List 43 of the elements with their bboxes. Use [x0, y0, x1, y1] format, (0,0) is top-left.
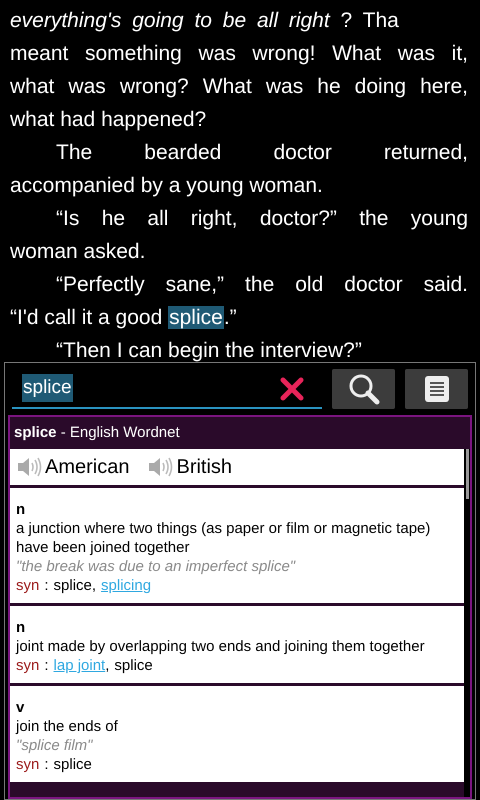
list-button[interactable] — [405, 369, 468, 409]
list-icon — [424, 375, 450, 403]
syn-label: syn — [16, 576, 40, 595]
text-line: “I'd call it a good splice.” — [10, 305, 238, 331]
separator-text: : — [44, 656, 49, 675]
text-line: woman asked. — [10, 239, 146, 265]
part-of-speech: n — [16, 618, 26, 637]
text-line: what was wrong? What was he doing here, — [10, 74, 468, 100]
search-button[interactable] — [332, 369, 395, 409]
separator-text: , — [92, 576, 96, 595]
text-line: “Perfectly sane,” the old doctor said. — [55, 272, 468, 298]
definition-text: joint made by overlapping two ends and joining them together — [16, 637, 426, 656]
scrollbar[interactable] — [466, 449, 469, 499]
text-line: “Then I can begin the interview?” — [55, 338, 363, 364]
definition-text: a junction where two things (as paper or film or magnetic tape) have been joined together — [16, 519, 432, 557]
separator-text: : — [44, 576, 49, 595]
synonym-text: splice — [54, 755, 92, 774]
text-line: what had happened? — [10, 107, 208, 133]
text-line: meant something was wrong! What was it, — [10, 41, 468, 67]
synonym-text: splice — [114, 656, 153, 675]
example-text: "splice film" — [16, 736, 94, 755]
example-text: "the break was due to an imperfect splice" — [16, 557, 296, 576]
syn-label: syn — [16, 656, 40, 675]
definition-text: join the ends of — [16, 717, 119, 736]
text-line: “Is he all right, doctor?” the young — [55, 206, 468, 232]
speaker-icon — [147, 456, 174, 478]
syn-label: syn — [16, 755, 40, 774]
synonym-text: splice — [54, 576, 92, 595]
search-field[interactable]: splice — [12, 369, 322, 409]
pronounce-button[interactable]: American — [16, 452, 130, 482]
text-line: The bearded doctor returned, — [55, 140, 468, 166]
clear-icon[interactable] — [280, 377, 304, 401]
separator-text: : — [44, 755, 49, 774]
dictionary-title: splice - English Wordnet — [14, 422, 180, 443]
part-of-speech: n — [16, 500, 26, 519]
pronounce-button[interactable]: British — [147, 452, 232, 482]
part-of-speech: v — [16, 698, 26, 717]
selected-word[interactable]: splice — [168, 306, 224, 329]
text-line: everything's going to be all right ? Tha — [10, 8, 400, 34]
separator-text: , — [105, 656, 110, 675]
speaker-icon — [16, 456, 42, 478]
text-line: accompanied by a young woman. — [10, 173, 324, 199]
search-icon — [346, 372, 380, 406]
